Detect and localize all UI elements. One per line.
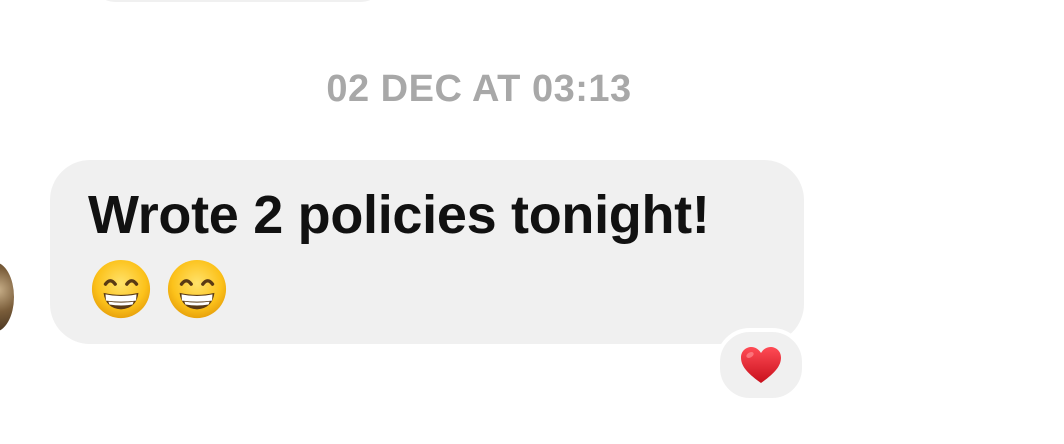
chat-thread: 02 DEC AT 03:13 Wrote 2 policies tonight…	[0, 0, 1064, 444]
previous-message-bubble[interactable]	[88, 0, 388, 2]
message-text: Wrote 2 policies tonight!	[88, 185, 710, 245]
message-emoji-row	[90, 258, 228, 320]
reaction-badge[interactable]	[716, 328, 806, 402]
beaming-face-icon	[167, 259, 227, 319]
avatar[interactable]	[0, 262, 14, 332]
red-heart-icon	[741, 347, 781, 383]
beaming-face-icon	[91, 259, 151, 319]
message-timestamp: 02 DEC AT 03:13	[326, 68, 632, 110]
